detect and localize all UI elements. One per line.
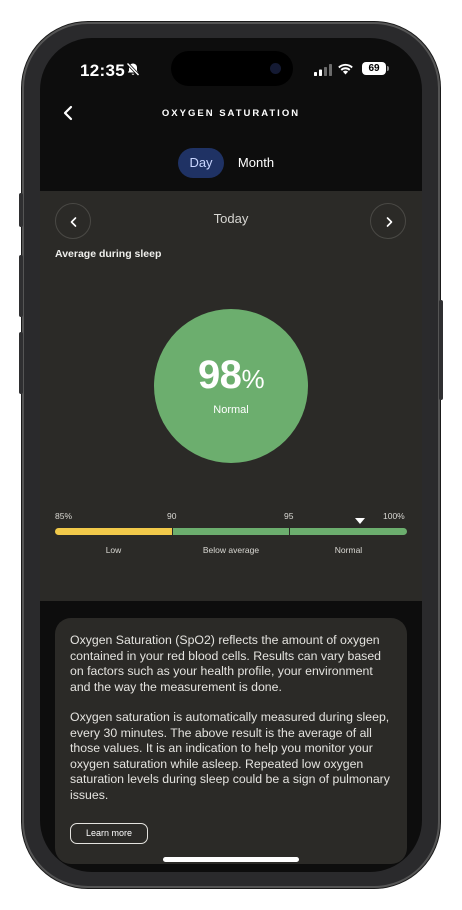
spo2-number: 98 [197,353,242,397]
tab-month[interactable]: Month [232,148,280,178]
info-card: Oxygen Saturation (SpO2) reflects the am… [55,618,407,864]
spo2-status: Normal [213,404,249,416]
saturation-scale-bar [55,528,407,535]
tick-label-85: 85% [55,511,73,521]
tab-day[interactable]: Day [178,148,224,178]
status-time: 12:35 [80,61,125,80]
spo2-value: 98% [154,353,308,398]
learn-more-button[interactable]: Learn more [70,823,148,844]
tick-label-100: 100% [383,511,405,521]
next-day-button[interactable] [370,203,406,239]
volume-up-button [19,255,23,317]
tick-label-90: 90 [167,511,177,521]
date-label: Today [213,211,249,226]
app-screen: 12:35 69 OXYGEN SATURATION Day Month Tod… [40,38,422,872]
average-label: Average during sleep [55,248,162,260]
info-paragraph-2: Oxygen saturation is automatically measu… [70,710,390,802]
signal-icon [314,63,332,81]
power-button [439,300,443,400]
volume-down-button [19,332,23,394]
home-indicator[interactable] [163,857,299,862]
battery-icon: 69 [362,62,386,75]
range-label-below-average: Below average [202,545,260,555]
camera-icon [270,63,281,74]
status-bar: 12:35 69 [40,38,422,98]
battery-nub [387,66,389,71]
range-label-normal: Normal [334,545,363,555]
chevron-right-icon [386,217,393,227]
range-label-low: Low [105,545,122,555]
page-title: OXYGEN SATURATION [161,108,301,119]
wifi-icon [337,62,354,80]
tick-label-95: 95 [284,511,294,521]
scale-segment-below-average [173,528,289,535]
action-button [19,193,23,227]
info-paragraph-1: Oxygen Saturation (SpO2) reflects the am… [70,633,382,694]
scale-segment-normal [290,528,407,535]
spo2-result-circle: 98% Normal [154,309,308,463]
current-value-pointer-icon [355,518,365,524]
spo2-unit: % [241,364,265,394]
bell-slash-icon [126,62,140,82]
summary-panel: Today Average during sleep 98% Normal 85… [40,191,422,601]
scale-segment-low [55,528,172,535]
